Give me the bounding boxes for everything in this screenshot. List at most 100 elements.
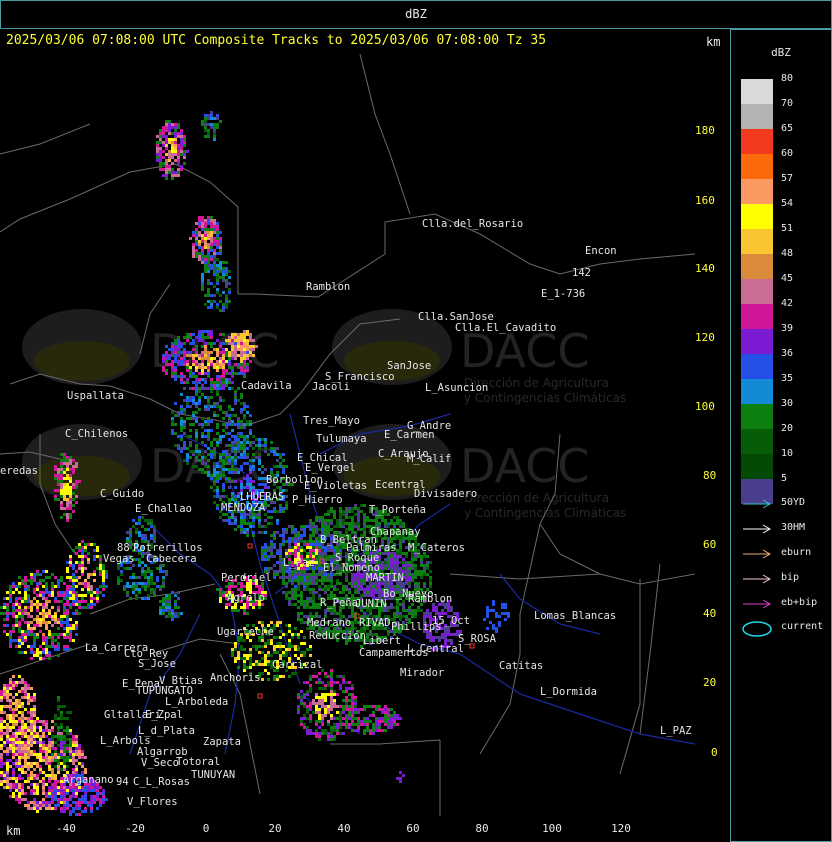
radar-pixel [231,459,234,462]
radar-pixel [186,360,189,363]
radar-pixel [297,531,300,534]
radar-pixel [192,342,195,345]
radar-pixel [264,525,267,528]
radar-pixel [231,375,234,378]
radar-pixel [186,351,189,354]
radar-pixel [204,348,207,351]
radar-pixel [213,414,216,417]
radar-pixel [174,150,177,153]
radar-pixel [411,564,414,567]
radar-pixel [156,159,159,162]
radar-pixel [246,405,249,408]
radar-pixel [243,333,246,336]
radar-pixel [231,408,234,411]
radar-pixel [294,534,297,537]
radar-pixel [174,159,177,162]
radar-pixel [204,378,207,381]
radar-pixel [309,525,312,528]
radar-pixel [387,561,390,564]
radar-pixel [204,336,207,339]
radar-pixel [186,453,189,456]
radar-pixel [351,516,354,519]
radar-pixel [393,555,396,558]
radar-pixel [186,396,189,399]
radar-pixel [303,693,306,696]
radar-pixel [348,510,351,513]
radar-pixel [300,702,303,705]
radar-pixel [225,279,228,282]
radar-pixel [333,612,336,615]
radar-pixel [303,573,306,576]
radar-pixel [165,345,168,348]
radar-pixel [249,480,252,483]
radar-pixel [285,504,288,507]
radar-pixel [252,525,255,528]
radar-pixel [237,354,240,357]
radar-pixel [318,708,321,711]
radar-pixel [285,591,288,594]
radar-pixel [381,567,384,570]
radar-pixel [201,120,204,123]
radar-pixel [219,333,222,336]
radar-pixel [339,519,342,522]
radar-pixel [231,465,234,468]
radar-pixel [267,504,270,507]
radar-pixel [171,144,174,147]
radar-pixel [348,588,351,591]
radar-pixel [198,219,201,222]
radar-pixel [192,231,195,234]
radar-pixel [243,444,246,447]
radar-pixel [264,450,267,453]
radar-pixel [249,351,252,354]
radar-pixel [192,402,195,405]
radar-pixel [327,525,330,528]
radar-pixel [231,456,234,459]
radar-pixel [264,447,267,450]
radar-pixel [201,240,204,243]
radar-pixel [351,522,354,525]
radar-pixel [261,552,264,555]
radar-pixel [171,342,174,345]
radar-pixel [192,363,195,366]
radar-pixel [216,492,219,495]
radar-pixel [309,546,312,549]
radar-map-canvas[interactable]: DACCDACCDirección de Agriculturay Contin… [0,54,695,816]
radar-pixel [222,399,225,402]
radar-pixel [171,162,174,165]
radar-pixel [288,591,291,594]
radar-pixel [252,465,255,468]
radar-pixel [210,396,213,399]
radar-pixel [336,693,339,696]
radar-pixel [195,378,198,381]
radar-pixel [171,372,174,375]
radar-pixel [183,162,186,165]
radar-pixel [351,615,354,618]
radar-pixel [201,417,204,420]
radar-pixel [198,330,201,333]
radar-pixel [207,402,210,405]
radar-pixel [228,276,231,279]
radar-pixel [411,555,414,558]
radar-pixel [177,363,180,366]
radar-pixel [240,435,243,438]
radar-pixel [225,453,228,456]
radar-pixel [195,243,198,246]
radar-pixel [411,567,414,570]
radar-pixel [243,354,246,357]
radar-pixel [237,417,240,420]
radar-pixel [414,567,417,570]
radar-pixel [300,582,303,585]
radar-pixel [249,345,252,348]
radar-pixel [201,258,204,261]
radar-pixel [165,372,168,375]
radar-pixel [198,378,201,381]
radar-pixel [291,594,294,597]
radar-pixel [285,495,288,498]
radar-pixel [246,531,249,534]
radar-pixel [219,405,222,408]
radar-pixel [384,567,387,570]
radar-pixel [330,714,333,717]
radar-pixel [186,447,189,450]
radar-pixel [204,240,207,243]
radar-pixel [351,579,354,582]
